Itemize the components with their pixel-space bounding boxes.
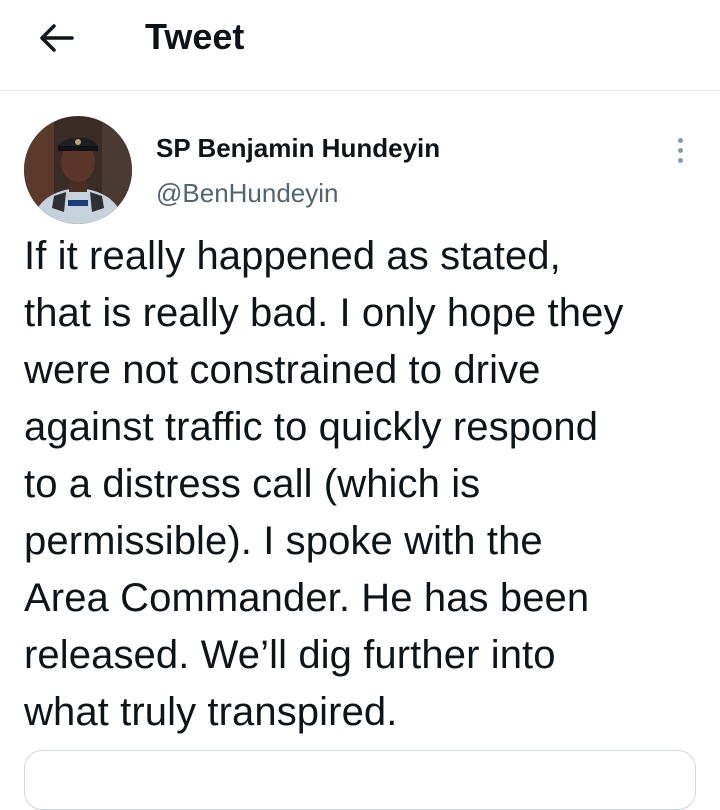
tweet-text-line: what truly transpired. — [24, 690, 398, 734]
page-title: Tweet — [145, 16, 245, 57]
tweet-text-line: permissible). I spoke with the — [24, 519, 543, 563]
more-vertical-icon — [677, 137, 683, 143]
back-button[interactable] — [28, 14, 84, 62]
tweet-text: If it really happened as stated, that is… — [24, 228, 704, 741]
more-options-button[interactable] — [664, 132, 696, 168]
tweet-text-line: against traffic to quickly respond — [24, 405, 599, 449]
tweet-text-line: to a distress call (which is — [24, 462, 481, 506]
tweet-text-line: If it really happened as stated, — [24, 234, 561, 278]
more-vertical-icon-dot — [677, 147, 683, 153]
author-handle[interactable]: @BenHundeyin — [156, 176, 339, 210]
author-photo — [24, 116, 132, 224]
tweet-text-line: that is really bad. I only hope they — [24, 291, 624, 335]
author-name[interactable]: SP Benjamin Hundeyin — [156, 131, 440, 165]
arrow-left-icon — [40, 24, 74, 52]
quoted-card[interactable] — [24, 750, 696, 810]
top-navigation-bar: Tweet — [0, 0, 720, 91]
tweet-text-line: Area Commander. He has been — [24, 576, 590, 620]
more-vertical-icon-dot — [677, 157, 683, 163]
avatar[interactable] — [24, 116, 132, 224]
tweet-text-line: released. We’ll dig further into — [24, 633, 556, 677]
tweet-text-line: were not constrained to drive — [24, 348, 541, 392]
